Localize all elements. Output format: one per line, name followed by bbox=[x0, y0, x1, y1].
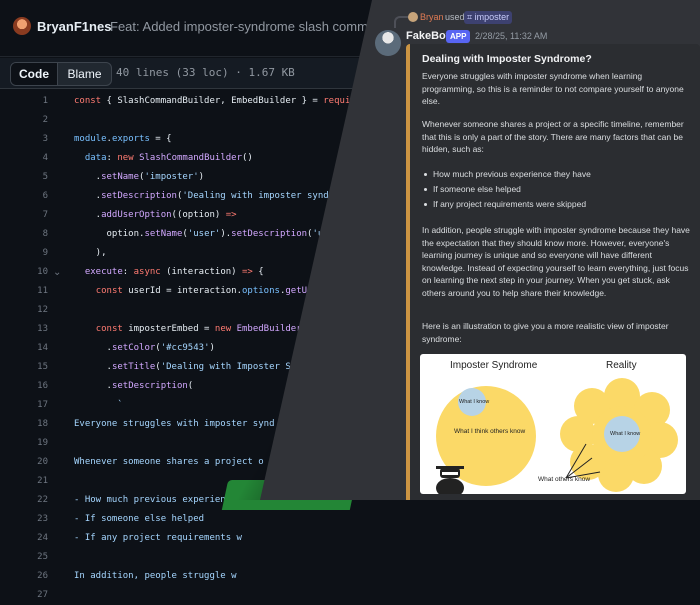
code-line: 27 bbox=[0, 586, 700, 605]
code-text: .setDescription( bbox=[74, 381, 194, 391]
app-badge: APP bbox=[446, 30, 471, 43]
code-text: ), bbox=[74, 248, 107, 258]
code-text: ` bbox=[74, 400, 123, 410]
code-text: .setColor('#cc9543') bbox=[74, 343, 215, 353]
illustration-right-title: Reality bbox=[606, 360, 637, 371]
line-number[interactable]: 19 bbox=[0, 434, 48, 453]
line-number[interactable]: 27 bbox=[0, 586, 48, 605]
embed-bullet-1: How much previous experience they have bbox=[422, 168, 591, 181]
code-text: const imposterEmbed = new EmbedBuilder bbox=[95, 324, 302, 334]
code-text: - If any project requirements w bbox=[74, 533, 242, 543]
line-number[interactable]: 16 bbox=[0, 377, 48, 396]
code-line: 25 bbox=[0, 548, 700, 567]
embed-paragraph-3: In addition, people struggle with impost… bbox=[422, 225, 690, 298]
illustration-left-big-label: What I think others know bbox=[454, 428, 526, 435]
line-number[interactable]: 22 bbox=[0, 491, 48, 510]
line-number[interactable]: 11 bbox=[0, 282, 48, 301]
line-number[interactable]: 12 bbox=[0, 301, 48, 320]
line-number[interactable]: 10 bbox=[0, 263, 48, 282]
line-number[interactable]: 4 bbox=[0, 149, 48, 168]
fold-chevron-icon[interactable]: ⌄ bbox=[53, 263, 61, 282]
illustration-left-title: Imposter Syndrome bbox=[450, 360, 538, 371]
code-view-button[interactable]: Code bbox=[11, 63, 58, 85]
code-line: 23 - If someone else helped bbox=[0, 510, 700, 529]
illustration-drawing bbox=[436, 378, 678, 494]
code-text: .setDescription('Dealing with imposter s… bbox=[74, 191, 340, 201]
line-number[interactable]: 23 bbox=[0, 510, 48, 529]
line-number[interactable]: 6 bbox=[0, 187, 48, 206]
line-number[interactable]: 5 bbox=[0, 168, 48, 187]
line-number[interactable]: 25 bbox=[0, 548, 48, 567]
embed-paragraph-4: Here is an illustration to give you a mo… bbox=[422, 321, 669, 344]
illustration-left-small-label: What I know bbox=[459, 399, 490, 405]
code-text: Everyone struggles with imposter synd bbox=[74, 419, 275, 429]
illustration-right-small-label: What I know bbox=[610, 431, 641, 437]
file-info: 40 lines (33 loc) · 1.67 KB bbox=[116, 66, 295, 79]
code-text: const { SlashCommandBuilder, EmbedBuilde… bbox=[74, 96, 362, 106]
line-number[interactable]: 26 bbox=[0, 567, 48, 586]
line-number[interactable]: 24 bbox=[0, 529, 48, 548]
code-text: module.exports = { bbox=[74, 134, 172, 144]
code-text: .setTitle('Dealing with Imposter S bbox=[74, 362, 291, 372]
line-number[interactable]: 1 bbox=[0, 92, 48, 111]
code-text: In addition, people struggle w bbox=[74, 571, 237, 581]
line-number[interactable]: 17 bbox=[0, 396, 48, 415]
reply-user-avatar[interactable] bbox=[408, 12, 418, 22]
slash-command-mention[interactable]: ⌗ imposter bbox=[464, 11, 513, 24]
line-number[interactable]: 2 bbox=[0, 111, 48, 130]
view-toggle: Code Blame bbox=[10, 62, 112, 86]
line-number[interactable]: 14 bbox=[0, 339, 48, 358]
line-number[interactable]: 8 bbox=[0, 225, 48, 244]
embed-paragraph-2: Whenever someone shares a project or a s… bbox=[422, 119, 684, 154]
message-timestamp: 2/28/25, 11:32 AM bbox=[475, 31, 548, 41]
commit-author[interactable]: BryanF1nes bbox=[37, 19, 111, 34]
code-text: const userId = interaction.options.getUs bbox=[95, 286, 313, 296]
line-number[interactable]: 9 bbox=[0, 244, 48, 263]
code-text: data: new SlashCommandBuilder() bbox=[84, 153, 253, 163]
code-text: .setName('imposter') bbox=[74, 172, 205, 182]
line-number[interactable]: 7 bbox=[0, 206, 48, 225]
code-text: - If someone else helped bbox=[74, 514, 205, 524]
reply-username[interactable]: Bryan bbox=[420, 12, 444, 22]
code-text: execute: async (interaction) => { bbox=[84, 267, 264, 277]
imposter-embed: Dealing with Imposter Syndrome? Everyone… bbox=[406, 44, 700, 500]
reply-used-text: used bbox=[445, 12, 465, 22]
code-text: option.setName('user').setDescription('u… bbox=[74, 229, 329, 239]
spy-icon bbox=[436, 466, 464, 494]
code-text: Whenever someone shares a project o bbox=[74, 457, 264, 467]
blame-view-button[interactable]: Blame bbox=[58, 63, 111, 85]
imposter-illustration[interactable]: Imposter Syndrome Reality What I know Wh… bbox=[420, 354, 686, 494]
line-number[interactable]: 20 bbox=[0, 453, 48, 472]
code-line: 26 In addition, people struggle w bbox=[0, 567, 700, 586]
bot-username[interactable]: FakeBot bbox=[406, 30, 449, 42]
embed-bullet-2: If someone else helped bbox=[422, 183, 521, 196]
bot-avatar[interactable] bbox=[375, 30, 401, 56]
line-number[interactable]: 18 bbox=[0, 415, 48, 434]
line-number[interactable]: 3 bbox=[0, 130, 48, 149]
embed-paragraph-1: Everyone struggles with imposter syndrom… bbox=[422, 71, 684, 106]
illustration-bottom-label: What others know bbox=[538, 476, 591, 483]
code-text: .addUserOption((option) => bbox=[74, 210, 237, 220]
embed-bullet-3: If any project requirements were skipped bbox=[422, 198, 586, 211]
line-number[interactable]: 15 bbox=[0, 358, 48, 377]
author-avatar[interactable] bbox=[13, 17, 31, 35]
line-number[interactable]: 13 bbox=[0, 320, 48, 339]
line-number[interactable]: 21 bbox=[0, 472, 48, 491]
embed-title: Dealing with Imposter Syndrome? bbox=[422, 53, 592, 65]
code-line: 24 - If any project requirements w bbox=[0, 529, 700, 548]
